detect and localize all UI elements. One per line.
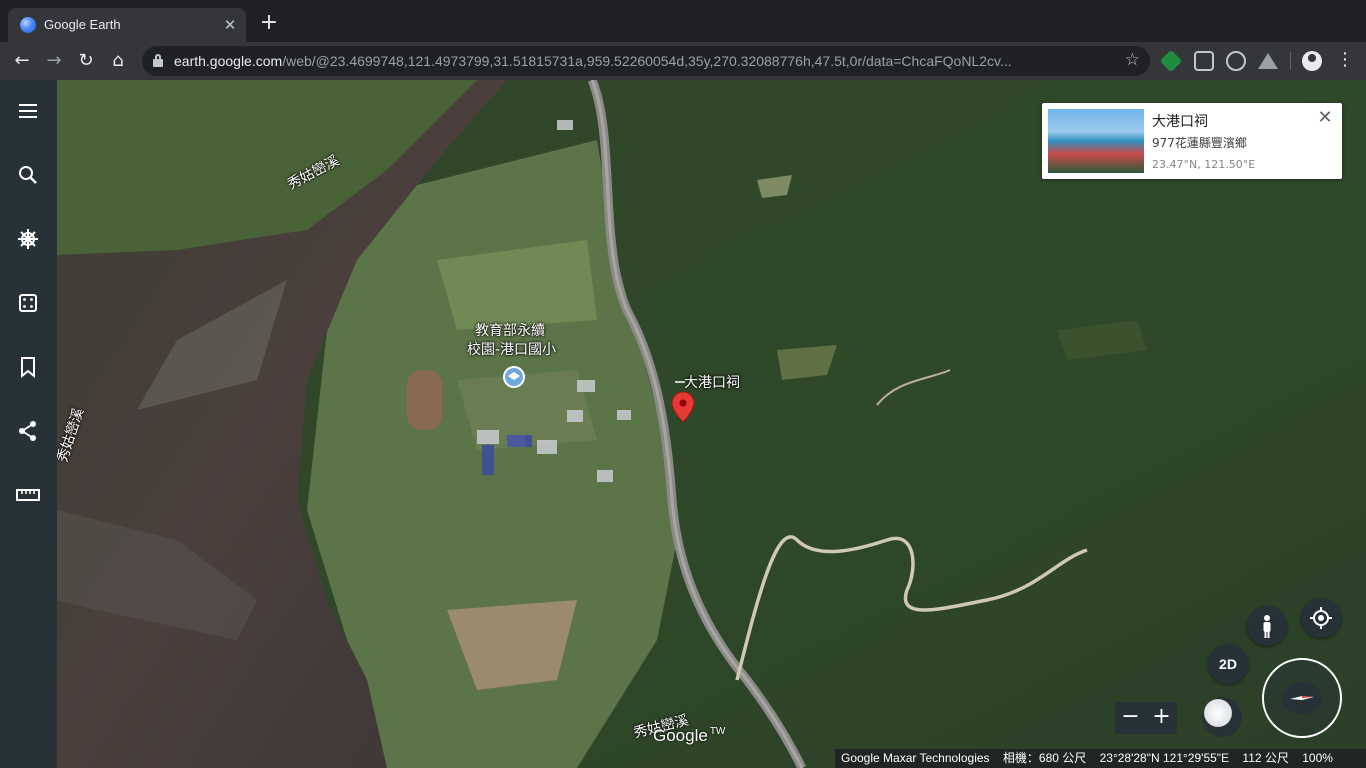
zoom-level: 100% [1302,751,1333,765]
lock-icon[interactable] [153,54,163,67]
projects-bookmark-icon[interactable] [14,353,42,381]
forward-button[interactable]: → [42,49,66,73]
pegman-street-view-button[interactable] [1247,606,1287,646]
zoom-in-button[interactable]: + [1146,702,1177,734]
my-location-button[interactable] [1301,598,1341,638]
extension-diamond-icon[interactable] [1159,49,1183,73]
bookmark-star-icon[interactable]: ☆ [1125,50,1140,70]
home-button[interactable]: ⌂ [106,49,130,73]
earth-sidebar [0,80,57,768]
ground-elevation: 112 公尺 [1242,751,1289,765]
place-title: 大港口祠 [1152,114,1208,130]
address-bar[interactable]: earth.google.com/web/@23.4699748,121.497… [142,46,1150,76]
compass-button[interactable] [1262,658,1342,738]
browser-menu-icon[interactable]: ⋮ [1336,50,1354,70]
compass-dial [1282,682,1322,714]
toggle-2d-button[interactable]: 2D [1208,644,1248,684]
search-icon[interactable] [14,161,42,189]
browser-toolbar: ← → ↻ ⌂ earth.google.com/web/@23.4699748… [0,42,1366,80]
google-drive-icon[interactable] [1258,53,1278,69]
my-location-icon [1310,607,1332,629]
voyager-icon[interactable] [14,225,42,253]
place-coordinates: 23.47°N, 121.50°E [1152,158,1256,171]
google-earth-favicon-icon [20,17,36,33]
url-text: earth.google.com/web/@23.4699748,121.497… [174,53,1012,69]
measure-ruler-icon[interactable] [14,481,42,509]
menu-icon[interactable] [14,97,42,125]
imagery-source[interactable]: Google Maxar Technologies [841,751,990,765]
tab-title: Google Earth [44,17,121,32]
extension-blocker-icon[interactable] [1226,51,1246,71]
school-label-line1[interactable]: 教育部永續 [475,320,545,340]
place-address: 977花蓮縣豐濱鄉 [1152,136,1247,150]
place-info-card[interactable]: 大港口祠 977花蓮縣豐濱鄉 23.47°N, 121.50°E ✕ [1042,103,1342,179]
shrine-label[interactable]: 大港口祠 [684,372,740,392]
browser-tab-bar: Google Earth ✕ + [0,0,1366,42]
place-thumbnail[interactable] [1048,109,1144,173]
satellite-map-view[interactable]: 秀姑巒溪 秀姑巒溪 秀姑巒溪 教育部永續 校園-港口國小 大港口祠 Google… [57,80,1366,768]
compass-needle-icon [1290,696,1314,700]
satellite-imagery [57,80,1366,768]
zoom-controls: − + [1115,702,1177,734]
pegman-icon [1263,615,1271,638]
share-icon[interactable] [14,417,42,445]
back-button[interactable]: ← [10,49,34,73]
browser-tab[interactable]: Google Earth ✕ [8,8,246,42]
feeling-lucky-dice-icon[interactable] [14,289,42,317]
reload-button[interactable]: ↻ [74,49,98,73]
new-tab-button[interactable]: + [258,12,280,34]
globe-view-icon[interactable] [1202,697,1242,737]
camera-altitude: 相機：680 公尺 [1002,751,1087,765]
school-label-line2[interactable]: 校園-港口國小 [467,339,556,359]
card-close-icon[interactable]: ✕ [1316,109,1334,127]
zoom-out-button[interactable]: − [1115,702,1146,734]
extension-glasses-icon[interactable] [1194,51,1214,71]
toolbar-divider [1290,52,1291,70]
google-earth-app: 秀姑巒溪 秀姑巒溪 秀姑巒溪 教育部永續 校園-港口國小 大港口祠 Google… [0,80,1366,768]
profile-avatar-icon[interactable] [1302,51,1322,71]
cursor-coordinates: 23°28'28"N 121°29'55"E [1099,751,1230,765]
google-watermark: Google TW [653,726,726,745]
tab-close-icon[interactable]: ✕ [220,15,240,35]
attribution-bar: Google Maxar Technologies 相機：680 公尺 23°2… [835,749,1366,768]
